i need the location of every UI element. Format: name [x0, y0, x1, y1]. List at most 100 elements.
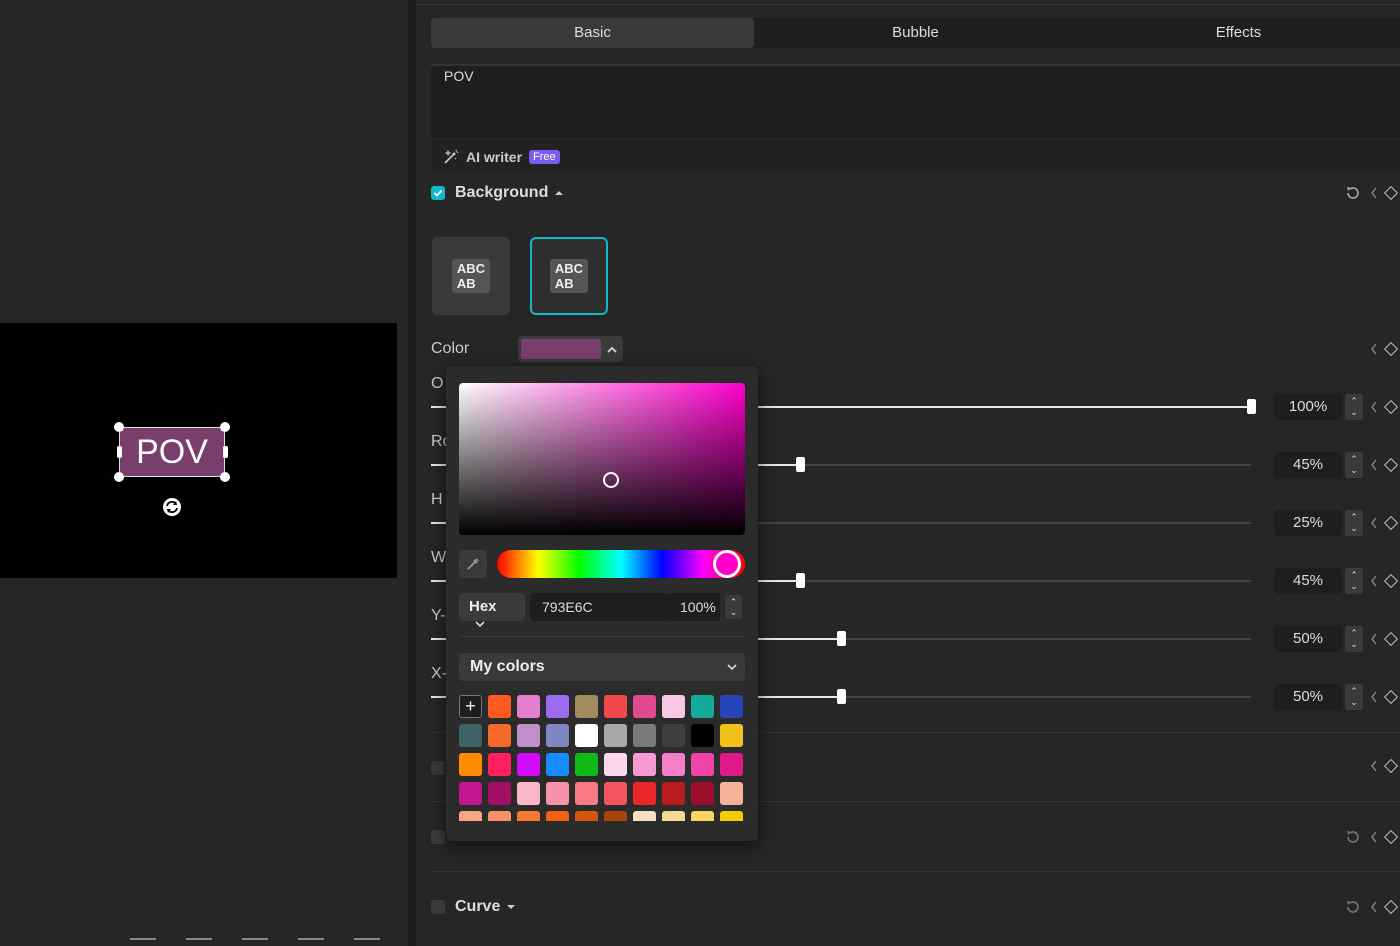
- curve-label[interactable]: Curve: [455, 898, 500, 916]
- chevron-left-icon[interactable]: [1370, 342, 1378, 356]
- chevron-left-icon[interactable]: [1370, 900, 1378, 914]
- slider-value-input[interactable]: 25%: [1274, 510, 1342, 536]
- toolbar-icon[interactable]: [354, 938, 380, 946]
- palette-swatch[interactable]: [575, 724, 598, 747]
- palette-swatch[interactable]: [633, 811, 656, 821]
- palette-swatch[interactable]: [691, 695, 714, 718]
- palette-swatch[interactable]: [488, 753, 511, 776]
- shadow-checkbox[interactable]: [431, 830, 445, 844]
- palette-swatch[interactable]: [459, 753, 482, 776]
- palette-swatch[interactable]: [662, 782, 685, 805]
- keyframe-diamond-icon[interactable]: [1383, 758, 1399, 774]
- slider-value-input[interactable]: 100%: [1274, 394, 1342, 420]
- chevron-left-icon[interactable]: [1370, 400, 1378, 414]
- palette-swatch[interactable]: [604, 753, 627, 776]
- value-stepper[interactable]: ⌃ ⌄: [1345, 684, 1363, 710]
- palette-swatch[interactable]: [662, 753, 685, 776]
- slider-value-input[interactable]: 45%: [1274, 568, 1342, 594]
- palette-swatch[interactable]: [633, 724, 656, 747]
- hue-slider[interactable]: [497, 550, 745, 578]
- eyedropper-button[interactable]: [459, 550, 487, 578]
- chevron-left-icon[interactable]: [1370, 574, 1378, 588]
- palette-swatch[interactable]: [604, 695, 627, 718]
- chevron-left-icon[interactable]: [1370, 458, 1378, 472]
- palette-swatch[interactable]: [662, 695, 685, 718]
- palette-swatch[interactable]: [459, 782, 482, 805]
- slider-thumb[interactable]: [1247, 399, 1256, 414]
- background-label[interactable]: Background: [455, 184, 548, 202]
- background-style-1[interactable]: ABC AB: [432, 237, 510, 315]
- resize-handle-top-right[interactable]: [220, 422, 230, 432]
- keyframe-diamond-icon[interactable]: [1383, 399, 1399, 415]
- keyframe-diamond-icon[interactable]: [1383, 185, 1399, 201]
- curve-checkbox[interactable]: [431, 900, 445, 914]
- keyframe-diamond-icon[interactable]: [1383, 457, 1399, 473]
- chevron-left-icon[interactable]: [1370, 516, 1378, 530]
- palette-swatch[interactable]: [459, 811, 482, 821]
- background-checkbox[interactable]: [431, 186, 445, 200]
- palette-swatch[interactable]: [575, 753, 598, 776]
- tab-basic[interactable]: Basic: [431, 18, 754, 48]
- palette-swatch[interactable]: [691, 753, 714, 776]
- slider-value-input[interactable]: 50%: [1274, 626, 1342, 652]
- palette-swatch[interactable]: [604, 782, 627, 805]
- palette-swatch[interactable]: [662, 724, 685, 747]
- palette-swatch[interactable]: [488, 724, 511, 747]
- palette-swatch[interactable]: [546, 782, 569, 805]
- palette-swatch[interactable]: [517, 724, 540, 747]
- palette-swatch[interactable]: [575, 695, 598, 718]
- rotate-icon[interactable]: [162, 497, 182, 517]
- palette-swatch[interactable]: [517, 782, 540, 805]
- reset-icon[interactable]: [1344, 898, 1362, 916]
- palette-swatch[interactable]: [691, 811, 714, 821]
- text-content-input[interactable]: POV: [431, 64, 1400, 138]
- chevron-left-icon[interactable]: [1370, 632, 1378, 646]
- slider-thumb[interactable]: [837, 689, 846, 704]
- palette-swatch[interactable]: [517, 753, 540, 776]
- resize-handle-bottom-left[interactable]: [114, 472, 124, 482]
- keyframe-diamond-icon[interactable]: [1383, 829, 1399, 845]
- slider-thumb[interactable]: [796, 457, 805, 472]
- toolbar-icon[interactable]: [130, 938, 156, 946]
- add-color-button[interactable]: +: [459, 695, 482, 718]
- keyframe-diamond-icon[interactable]: [1383, 573, 1399, 589]
- palette-swatch[interactable]: [546, 724, 569, 747]
- keyframe-diamond-icon[interactable]: [1383, 515, 1399, 531]
- palette-swatch[interactable]: [604, 811, 627, 821]
- toolbar-icon[interactable]: [186, 938, 212, 946]
- palette-swatch[interactable]: [546, 753, 569, 776]
- palette-swatch[interactable]: [546, 811, 569, 821]
- palette-swatch[interactable]: [662, 811, 685, 821]
- alpha-stepper[interactable]: ⌃ ⌄: [725, 595, 742, 619]
- palette-swatch[interactable]: [720, 753, 743, 776]
- section-checkbox[interactable]: [431, 761, 445, 775]
- palette-swatch[interactable]: [633, 695, 656, 718]
- preview-text-box[interactable]: POV: [119, 427, 225, 477]
- tab-effects[interactable]: Effects: [1077, 18, 1400, 48]
- color-picker-button[interactable]: [518, 336, 623, 362]
- palette-swatch[interactable]: [488, 811, 511, 821]
- palette-swatch[interactable]: [459, 724, 482, 747]
- value-stepper[interactable]: ⌃ ⌄: [1345, 626, 1363, 652]
- saturation-value-area[interactable]: [459, 383, 745, 535]
- hex-input[interactable]: 793E6C: [530, 593, 670, 621]
- chevron-left-icon[interactable]: [1370, 759, 1378, 773]
- background-style-2[interactable]: ABC AB: [530, 237, 608, 315]
- value-stepper[interactable]: ⌃ ⌄: [1345, 452, 1363, 478]
- resize-handle-right[interactable]: [223, 446, 228, 458]
- palette-swatch[interactable]: [633, 782, 656, 805]
- palette-swatch[interactable]: [517, 695, 540, 718]
- palette-swatch[interactable]: [517, 811, 540, 821]
- palette-swatch[interactable]: [720, 695, 743, 718]
- toolbar-icon[interactable]: [242, 938, 268, 946]
- palette-swatch[interactable]: [691, 782, 714, 805]
- caret-down-icon[interactable]: [506, 903, 516, 911]
- palette-swatch[interactable]: [488, 782, 511, 805]
- value-stepper[interactable]: ⌃ ⌄: [1345, 394, 1363, 420]
- palette-swatch[interactable]: [633, 753, 656, 776]
- chevron-left-icon[interactable]: [1370, 186, 1378, 200]
- palette-swatch[interactable]: [488, 695, 511, 718]
- palette-swatch[interactable]: [720, 724, 743, 747]
- palette-swatch[interactable]: [720, 811, 743, 821]
- ai-writer-button[interactable]: AI writer Free: [431, 140, 1400, 174]
